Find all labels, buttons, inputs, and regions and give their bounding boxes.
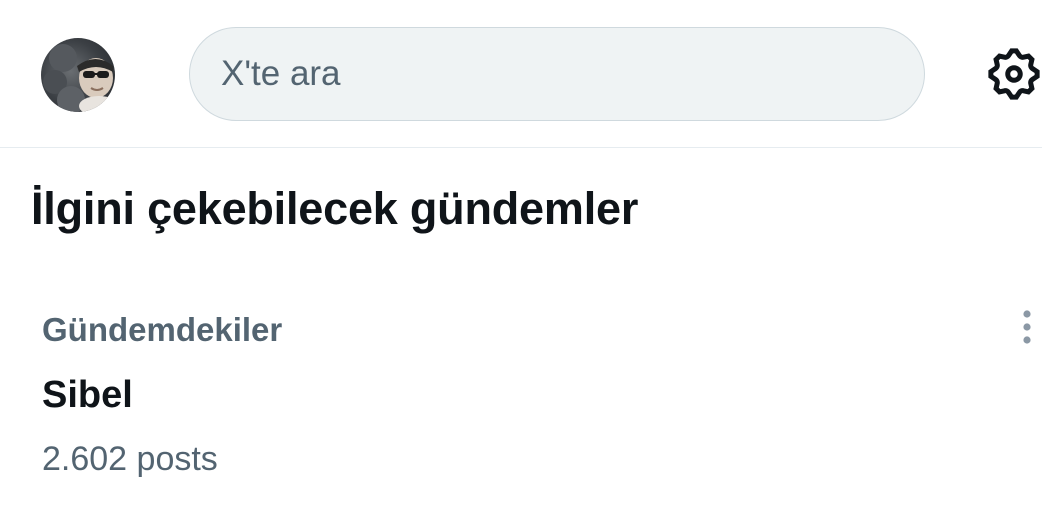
- trend-post-count: 2.602 posts: [42, 440, 218, 478]
- search-box[interactable]: [189, 27, 925, 121]
- header-divider: [0, 147, 1042, 148]
- top-bar: [0, 0, 1042, 147]
- trend-name[interactable]: Sibel: [42, 374, 133, 417]
- more-button[interactable]: [1014, 309, 1040, 349]
- avatar[interactable]: [41, 38, 115, 112]
- avatar-image: [41, 38, 115, 112]
- settings-button[interactable]: [984, 44, 1042, 104]
- trend-context: Gündemdekiler: [42, 311, 283, 348]
- trend-item[interactable]: Gündemdekiler Sibel 2.602 posts: [0, 295, 1042, 505]
- gear-icon: [988, 48, 1040, 100]
- more-vertical-icon: [1023, 310, 1031, 344]
- search-input[interactable]: [221, 28, 901, 119]
- explore-page: İlgini çekebilecek gündemler Gündemdekil…: [0, 0, 1042, 516]
- section-title: İlgini çekebilecek gündemler: [31, 183, 639, 234]
